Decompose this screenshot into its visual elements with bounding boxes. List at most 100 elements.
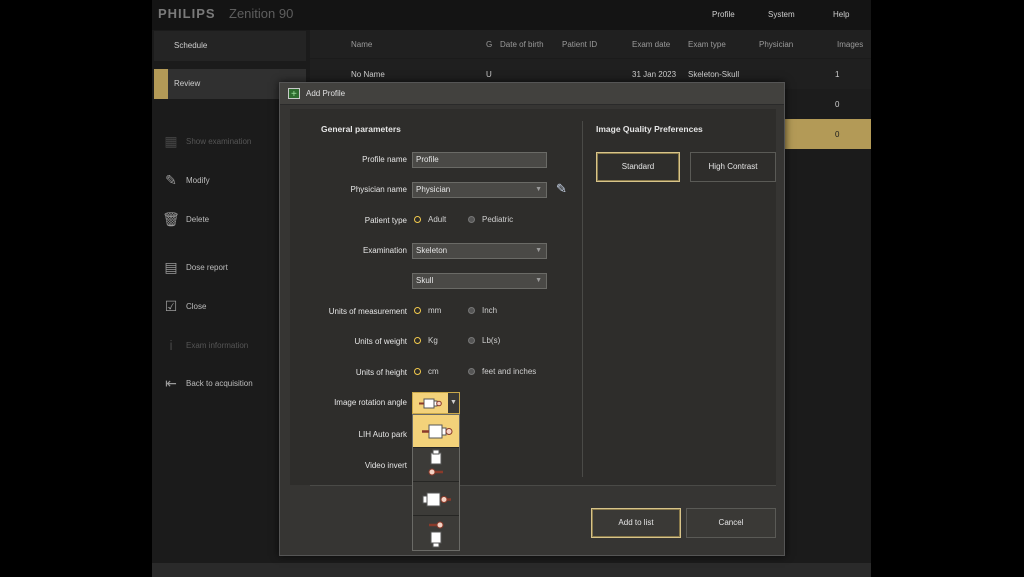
action-label: Dose report	[186, 262, 228, 272]
col-gender[interactable]: G	[486, 40, 492, 49]
patient-type-label: Patient type	[364, 216, 407, 225]
menu-help[interactable]: Help	[833, 10, 849, 19]
radio-feet-inches[interactable]: feet and inches	[468, 367, 536, 376]
action-show-examination[interactable]: ▦ Show examination	[160, 130, 251, 152]
physician-value: Physician	[416, 185, 451, 194]
radio-dot	[414, 216, 421, 223]
col-physician[interactable]: Physician	[759, 40, 793, 49]
top-bar: PHILIPS Zenition 90 Profile System Help	[152, 0, 871, 30]
radio-dot	[468, 307, 475, 314]
radio-dot	[468, 216, 475, 223]
radio-label: Inch	[482, 306, 498, 315]
radio-label: Kg	[428, 336, 438, 345]
radio-label: cm	[428, 367, 439, 376]
standard-button[interactable]: Standard	[596, 152, 680, 182]
rotation-option-3[interactable]	[413, 517, 459, 550]
radio-adult[interactable]: Adult	[414, 215, 446, 224]
physician-dropdown[interactable]: Physician ▼	[412, 182, 547, 198]
nav-schedule[interactable]: Schedule	[154, 31, 306, 61]
cell-name: No Name	[351, 70, 385, 79]
cell-images: 0	[835, 130, 840, 139]
footer-divider	[310, 485, 776, 486]
radio-label: Adult	[428, 215, 447, 224]
radio-kg[interactable]: Kg	[414, 336, 438, 345]
orientation-head-up-icon	[428, 449, 443, 476]
pencil-icon: ✎	[165, 171, 177, 188]
action-label: Delete	[186, 214, 210, 224]
col-exam-type[interactable]: Exam type	[688, 40, 726, 49]
examination-label: Examination	[362, 246, 407, 255]
rotation-dropdown[interactable]: ▼	[412, 392, 460, 414]
radio-label: feet and inches	[482, 367, 537, 376]
model-name: Zenition 90	[229, 6, 294, 21]
brand-logo: PHILIPS	[158, 6, 216, 21]
profile-name-label: Profile name	[362, 155, 407, 164]
chevron-down-icon: ▼	[448, 393, 459, 413]
rotation-option-0[interactable]	[413, 415, 459, 448]
action-label: Back to acquisition	[186, 378, 253, 388]
nav-schedule-label: Schedule	[174, 41, 208, 50]
col-patient-id[interactable]: Patient ID	[562, 40, 597, 49]
rotation-label: Image rotation angle	[334, 398, 407, 407]
col-name[interactable]: Name	[351, 40, 372, 49]
column-divider	[582, 121, 583, 477]
status-strip	[152, 563, 871, 577]
units-measurement-label: Units of measurement	[328, 307, 407, 316]
action-close[interactable]: ☑ Close	[160, 295, 207, 317]
menu-system[interactable]: System	[768, 10, 795, 19]
examination-dropdown[interactable]: Skeleton ▼	[412, 243, 547, 259]
add-profile-icon	[288, 84, 300, 106]
dialog-body: General parameters Image Quality Prefere…	[290, 109, 776, 485]
radio-inch[interactable]: Inch	[468, 306, 497, 315]
radio-dot	[414, 337, 421, 344]
col-exam-date[interactable]: Exam date	[632, 40, 670, 49]
radio-label: Lb(s)	[482, 336, 501, 345]
radio-cm[interactable]: cm	[414, 367, 439, 376]
action-delete[interactable]: 🗑 Delete	[160, 208, 209, 230]
rotation-options-list	[412, 414, 460, 551]
patient-orientation-icon	[419, 398, 442, 409]
examination-value: Skeleton	[416, 246, 448, 255]
dialog-title-bar: Add Profile	[280, 83, 784, 106]
profile-name-input[interactable]: Profile	[412, 152, 547, 168]
action-label: Close	[186, 301, 207, 311]
orientation-head-left-icon	[422, 492, 451, 507]
table-header: Name G Date of birth Patient ID Exam dat…	[310, 30, 871, 58]
add-to-list-button[interactable]: Add to list	[591, 508, 681, 538]
general-parameters-heading: General parameters	[321, 124, 401, 134]
add-profile-dialog: Add Profile General parameters Image Qua…	[279, 82, 785, 556]
cell-images: 0	[835, 100, 840, 109]
radio-mm[interactable]: mm	[414, 306, 441, 315]
action-label: Modify	[186, 175, 210, 185]
chevron-down-icon: ▼	[535, 277, 542, 284]
rotation-option-1[interactable]	[413, 449, 459, 482]
rotation-option-2[interactable]	[413, 483, 459, 516]
radio-lbs[interactable]: Lb(s)	[468, 336, 500, 345]
units-height-label: Units of height	[355, 368, 407, 377]
physician-name-label: Physician name	[350, 185, 407, 194]
cancel-button[interactable]: Cancel	[686, 508, 776, 538]
chevron-down-icon: ▼	[535, 247, 542, 254]
examination-sub-dropdown[interactable]: Skull ▼	[412, 273, 547, 289]
action-modify[interactable]: ✎ Modify	[160, 169, 210, 191]
examination-icon: ▦	[164, 132, 178, 149]
radio-pediatric[interactable]: Pediatric	[468, 215, 513, 224]
report-icon: ▤	[164, 258, 178, 275]
radio-dot	[414, 307, 421, 314]
radio-dot	[468, 337, 475, 344]
col-images[interactable]: Images	[837, 40, 863, 49]
high-contrast-button[interactable]: High Contrast	[690, 152, 776, 182]
info-icon: i	[169, 337, 173, 353]
col-dob[interactable]: Date of birth	[500, 40, 544, 49]
examination-sub-value: Skull	[416, 276, 434, 285]
radio-dot	[414, 368, 421, 375]
menu-profile[interactable]: Profile	[712, 10, 735, 19]
radio-label: Pediatric	[482, 215, 514, 224]
edit-physician-pencil-icon[interactable]: ✎	[556, 181, 567, 197]
action-label: Show examination	[186, 136, 252, 146]
cell-exam-type: Skeleton-Skull	[688, 70, 740, 79]
action-dose-report[interactable]: ▤ Dose report	[160, 256, 228, 278]
cell-exam-date: 31 Jan 2023	[632, 70, 677, 79]
application-window: PHILIPS Zenition 90 Profile System Help …	[152, 0, 871, 577]
nav-review-label: Review	[174, 79, 201, 88]
